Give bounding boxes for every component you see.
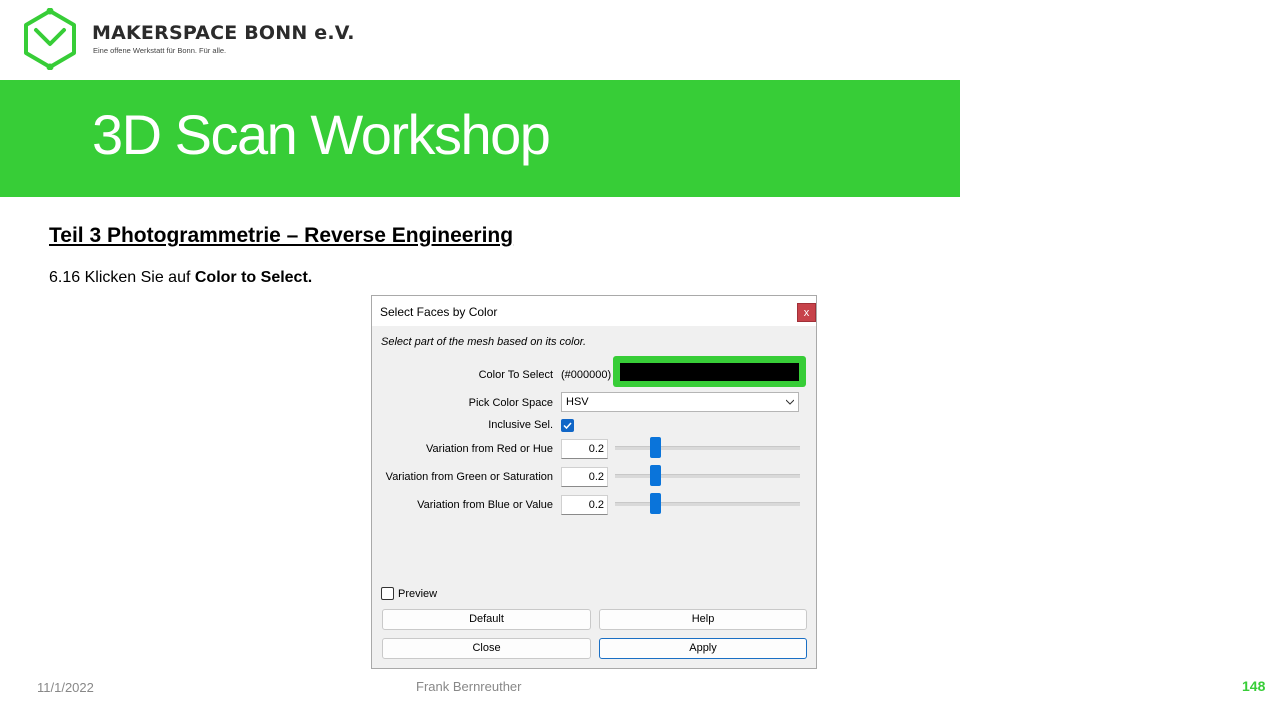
instruction-text: 6.16 Klicken Sie auf Color to Select. [49, 269, 312, 287]
help-button[interactable]: Help [599, 609, 807, 630]
footer-author: Frank Bernreuther [416, 679, 522, 694]
default-button[interactable]: Default [382, 609, 591, 630]
apply-button[interactable]: Apply [599, 638, 807, 659]
color-swatch-button[interactable] [620, 363, 799, 381]
brand-name: MAKERSPACE BONN e.V. [92, 22, 355, 44]
inclusive-sel-label: Inclusive Sel. [488, 419, 553, 431]
variation-green-slider-track[interactable] [615, 474, 800, 478]
chevron-down-icon [786, 399, 794, 405]
variation-blue-input[interactable]: 0.2 [561, 495, 608, 515]
close-button[interactable]: Close [382, 638, 591, 659]
brand-tagline: Eine offene Werkstatt für Bonn. Für alle… [93, 46, 227, 55]
page-number: 148 [1242, 678, 1266, 694]
section-heading: Teil 3 Photogrammetrie – Reverse Enginee… [49, 224, 514, 247]
select-faces-dialog: Select Faces by Color x Select part of t… [371, 295, 817, 669]
variation-red-slider-track[interactable] [615, 446, 800, 450]
checkmark-icon [563, 422, 572, 430]
color-to-select-label: Color To Select [478, 369, 553, 381]
color-space-value: HSV [566, 396, 589, 408]
variation-blue-slider-thumb[interactable] [650, 493, 661, 514]
variation-green-slider-thumb[interactable] [650, 465, 661, 486]
variation-red-slider-thumb[interactable] [650, 437, 661, 458]
variation-green-label: Variation from Green or Saturation [385, 471, 553, 483]
variation-red-label: Variation from Red or Hue [426, 443, 553, 455]
inclusive-sel-checkbox[interactable] [561, 419, 574, 432]
dialog-title: Select Faces by Color [380, 305, 498, 319]
makerspace-logo-icon [24, 8, 76, 70]
variation-blue-slider-track[interactable] [615, 502, 800, 506]
variation-green-input[interactable]: 0.2 [561, 467, 608, 487]
instruction-suffix: . [307, 269, 313, 286]
slide-title: 3D Scan Workshop [92, 103, 551, 166]
dialog-close-button[interactable]: x [797, 303, 816, 322]
instruction-bold: Color to Select [194, 269, 308, 286]
pick-color-space-label: Pick Color Space [468, 397, 553, 409]
footer-date: 11/1/2022 [37, 680, 94, 695]
preview-checkbox[interactable] [381, 587, 394, 600]
instruction-prefix: 6.16 Klicken Sie auf [49, 269, 195, 286]
color-space-select[interactable]: HSV [561, 392, 799, 412]
dialog-description: Select part of the mesh based on its col… [381, 336, 587, 348]
variation-blue-label: Variation from Blue or Value [417, 499, 553, 511]
color-hex-value: (#000000) [561, 369, 612, 381]
variation-red-input[interactable]: 0.2 [561, 439, 608, 459]
dialog-titlebar[interactable]: Select Faces by Color x [372, 296, 816, 326]
preview-label: Preview [398, 588, 438, 600]
